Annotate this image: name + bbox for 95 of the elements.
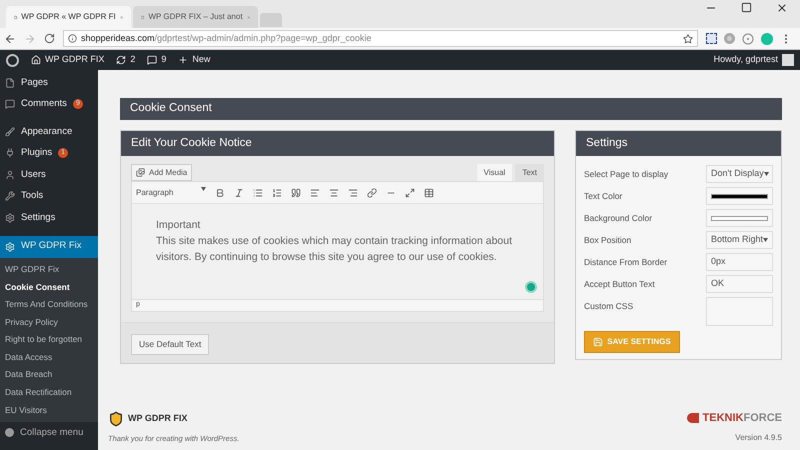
greeting-link[interactable]: Howdy, gdprtest bbox=[714, 53, 794, 67]
brush-icon bbox=[5, 126, 15, 137]
user-icon bbox=[5, 170, 15, 180]
wrench-icon bbox=[5, 191, 15, 202]
textarea-field[interactable] bbox=[706, 297, 773, 326]
speech-bubble-icon[interactable] bbox=[147, 55, 158, 65]
setting-label: Text Color bbox=[584, 190, 622, 203]
menu-item[interactable]: Tools bbox=[0, 186, 98, 207]
numbered-list-icon[interactable] bbox=[272, 188, 282, 198]
submenu-item[interactable]: Data Breach bbox=[0, 366, 98, 384]
editor-tab[interactable]: Visual bbox=[476, 164, 512, 181]
plug-icon bbox=[5, 148, 15, 158]
settings-icon bbox=[5, 212, 15, 223]
menu-item[interactable]: Pages bbox=[0, 72, 98, 94]
brand-logo-icon bbox=[686, 412, 699, 423]
shield-icon bbox=[108, 410, 124, 427]
submenu-item[interactable]: EU Visitors bbox=[0, 401, 98, 419]
submenu-item[interactable]: Terms And Conditions bbox=[0, 296, 98, 314]
caret-icon bbox=[764, 172, 769, 176]
caret-icon bbox=[763, 238, 768, 242]
menu-item[interactable]: Users bbox=[0, 164, 98, 186]
menu-item[interactable]: Settings bbox=[0, 207, 98, 228]
active-menu-item[interactable]: WP GDPR Fix bbox=[0, 236, 98, 258]
comments-count[interactable]: 9 bbox=[161, 53, 166, 67]
format-select[interactable]: Paragraph bbox=[136, 186, 206, 198]
browser-tab[interactable]: WP GDPR FIX – Just anot bbox=[133, 6, 258, 28]
editor-area[interactable]: Important This site makes use of cookies which may contain tracking information about visitors. By continuing to browse this site you agree to our use of cookies. bbox=[132, 204, 543, 299]
align-left-icon[interactable] bbox=[310, 188, 320, 198]
panel-title: Settings bbox=[576, 131, 781, 156]
save-icon bbox=[593, 337, 604, 347]
setting-label: Box Position bbox=[584, 234, 632, 247]
panel-title: Edit Your Cookie Notice bbox=[121, 131, 554, 156]
caret-icon bbox=[201, 186, 206, 190]
refresh-icon[interactable] bbox=[116, 55, 126, 65]
italic-icon[interactable] bbox=[234, 188, 244, 198]
input-field[interactable]: OK bbox=[706, 275, 773, 293]
close-icon[interactable] bbox=[776, 2, 788, 14]
updates-count[interactable]: 2 bbox=[130, 53, 136, 67]
version-text: Version 4.9.5 bbox=[735, 432, 782, 444]
star-icon[interactable] bbox=[683, 34, 693, 44]
plus-icon[interactable] bbox=[178, 55, 188, 65]
page-title: Cookie Consent bbox=[120, 98, 782, 120]
submenu-item[interactable]: Right to be forgotten bbox=[0, 330, 98, 348]
notice-text: This site makes use of cookies which may contain tracking information about visitors. By continuing to browse this site you agree to our use of cookies. bbox=[156, 234, 514, 265]
setting-label: Custom CSS bbox=[584, 300, 634, 313]
quote-icon[interactable] bbox=[291, 188, 301, 198]
media-icon bbox=[136, 168, 145, 177]
align-right-icon[interactable] bbox=[348, 188, 358, 198]
home-icon[interactable] bbox=[31, 55, 41, 65]
link-icon[interactable] bbox=[367, 188, 377, 198]
submenu-item[interactable]: Data Access bbox=[0, 348, 98, 366]
page-icon bbox=[5, 78, 15, 88]
add-media-button[interactable]: Add Media bbox=[131, 164, 192, 181]
bullet-list-icon[interactable] bbox=[253, 188, 263, 198]
address-bar[interactable]: shopperideas.com/gdprtest/wp-admin/admin.php?page=wp_gdpr_cookie bbox=[63, 30, 698, 47]
reload-icon[interactable] bbox=[44, 33, 55, 44]
new-link[interactable]: New bbox=[192, 53, 210, 67]
url-host: shopperideas.com bbox=[81, 32, 155, 45]
brand-logo-text: TEKNIKFORCE bbox=[702, 410, 782, 426]
select-field[interactable]: Bottom Right bbox=[706, 231, 773, 249]
maximize-icon[interactable] bbox=[741, 2, 752, 13]
extension-icon[interactable] bbox=[706, 33, 717, 44]
submenu-item[interactable]: WP GDPR Fix bbox=[0, 260, 98, 278]
tab-title: WP GDPR « WP GDPR FI bbox=[21, 11, 116, 23]
page-icon bbox=[141, 12, 144, 22]
plugin-logo-text: WP GDPR FIX bbox=[128, 412, 188, 425]
default-text-button[interactable]: Use Default Text bbox=[131, 334, 210, 355]
browser-tab[interactable]: WP GDPR « WP GDPR FI bbox=[6, 6, 131, 28]
select-field[interactable]: Don't Display bbox=[706, 165, 773, 183]
toolbar-toggle-icon[interactable] bbox=[424, 188, 434, 198]
tab-title: WP GDPR FIX – Just anot bbox=[148, 11, 243, 23]
fullscreen-icon[interactable] bbox=[405, 188, 415, 198]
setting-label: Select Page to display bbox=[584, 168, 668, 181]
align-center-icon[interactable] bbox=[329, 188, 339, 198]
collapse-menu-button[interactable]: Collapse menu bbox=[0, 422, 98, 444]
bold-icon[interactable] bbox=[215, 188, 225, 198]
input-field[interactable]: 0px bbox=[706, 253, 773, 271]
gear-icon bbox=[5, 242, 15, 252]
url-path: /gdprtest/wp-admin/admin.php?page=wp_gdpr_cookie bbox=[154, 32, 372, 45]
speech-bubble-icon bbox=[5, 99, 15, 110]
info-icon bbox=[68, 34, 77, 43]
menu-item[interactable]: Appearance bbox=[0, 121, 98, 142]
setting-label: Background Color bbox=[584, 212, 652, 225]
back-icon[interactable] bbox=[4, 32, 16, 44]
site-link[interactable]: WP GDPR FIX bbox=[45, 53, 104, 67]
grammar-icon bbox=[525, 281, 537, 293]
setting-label: Accept Button Text bbox=[584, 278, 655, 291]
color-field[interactable] bbox=[706, 209, 773, 227]
editor-tab[interactable]: Text bbox=[515, 164, 544, 181]
submenu-item[interactable]: Cookie Consent bbox=[0, 278, 98, 296]
notice-heading: Important bbox=[156, 218, 202, 233]
setting-label: Distance From Border bbox=[584, 256, 668, 269]
submenu-item[interactable]: Data Rectification bbox=[0, 384, 98, 402]
color-field[interactable] bbox=[706, 187, 773, 205]
submenu-item[interactable]: Privacy Policy bbox=[0, 313, 98, 331]
